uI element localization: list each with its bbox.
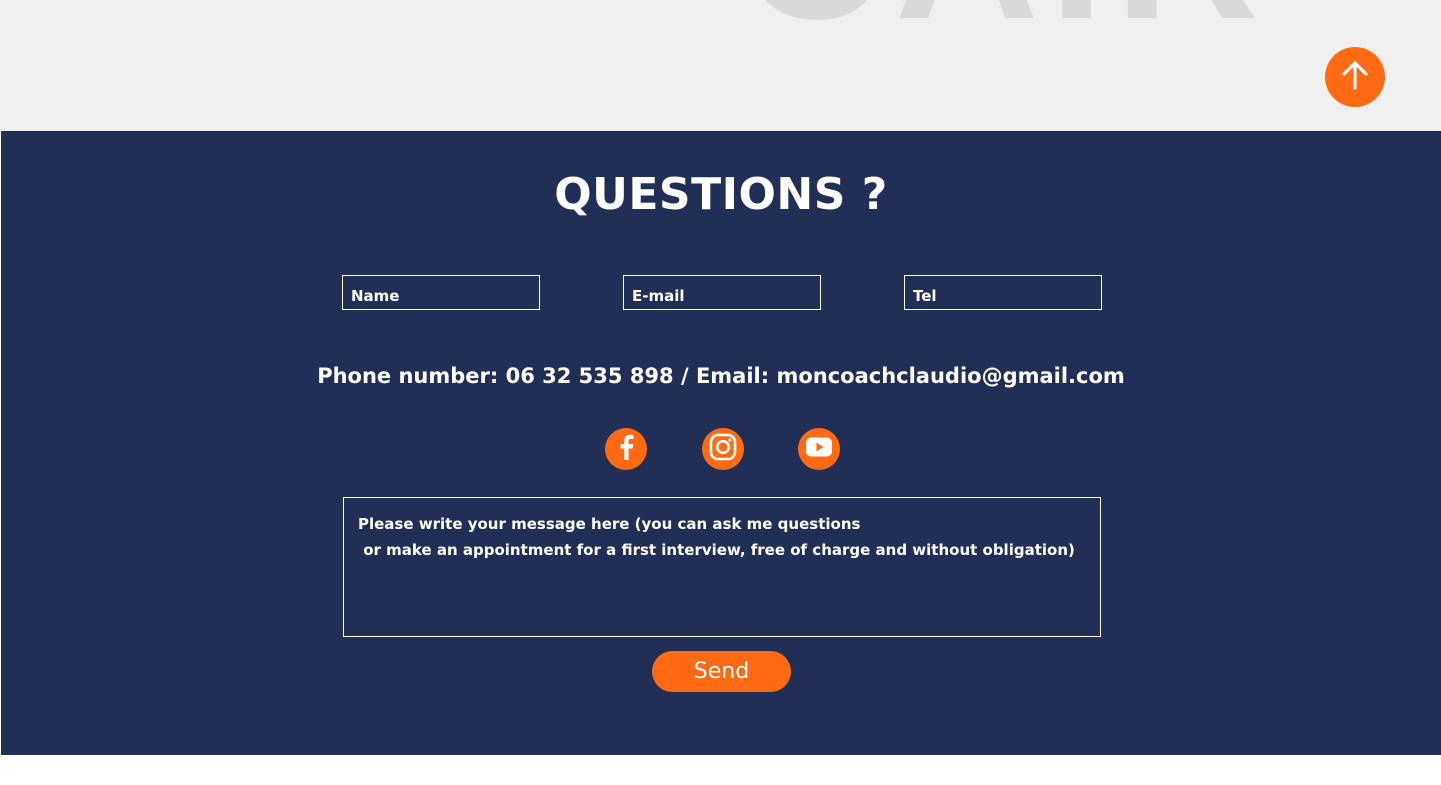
youtube-icon	[798, 426, 840, 472]
arrow-up-icon	[1338, 58, 1372, 96]
contact-section: QUESTIONS ? Phone number: 06 32 535 898 …	[1, 131, 1441, 755]
name-field[interactable]	[342, 275, 540, 310]
email-field[interactable]	[623, 275, 821, 310]
section-title: QUESTIONS ?	[554, 169, 888, 220]
contact-info: Phone number: 06 32 535 898 / Email: mon…	[317, 364, 1125, 388]
message-textarea[interactable]: Please write your message here (you can …	[343, 497, 1101, 637]
message-placeholder-line-1: Please write your message here (you can …	[358, 515, 861, 533]
message-placeholder-line-2: or make an appointment for a first inter…	[358, 541, 1075, 559]
facebook-link[interactable]	[605, 428, 647, 470]
youtube-link[interactable]	[798, 428, 840, 470]
tel-field[interactable]	[904, 275, 1102, 310]
instagram-icon	[702, 426, 744, 472]
send-button[interactable]: Send	[652, 651, 791, 692]
background-letters: CAIR	[740, 0, 1269, 50]
top-band: CAIR	[0, 0, 1441, 131]
instagram-link[interactable]	[702, 428, 744, 470]
bottom-band	[0, 755, 1441, 785]
facebook-icon	[605, 426, 647, 472]
scroll-to-top-button[interactable]	[1325, 47, 1385, 107]
